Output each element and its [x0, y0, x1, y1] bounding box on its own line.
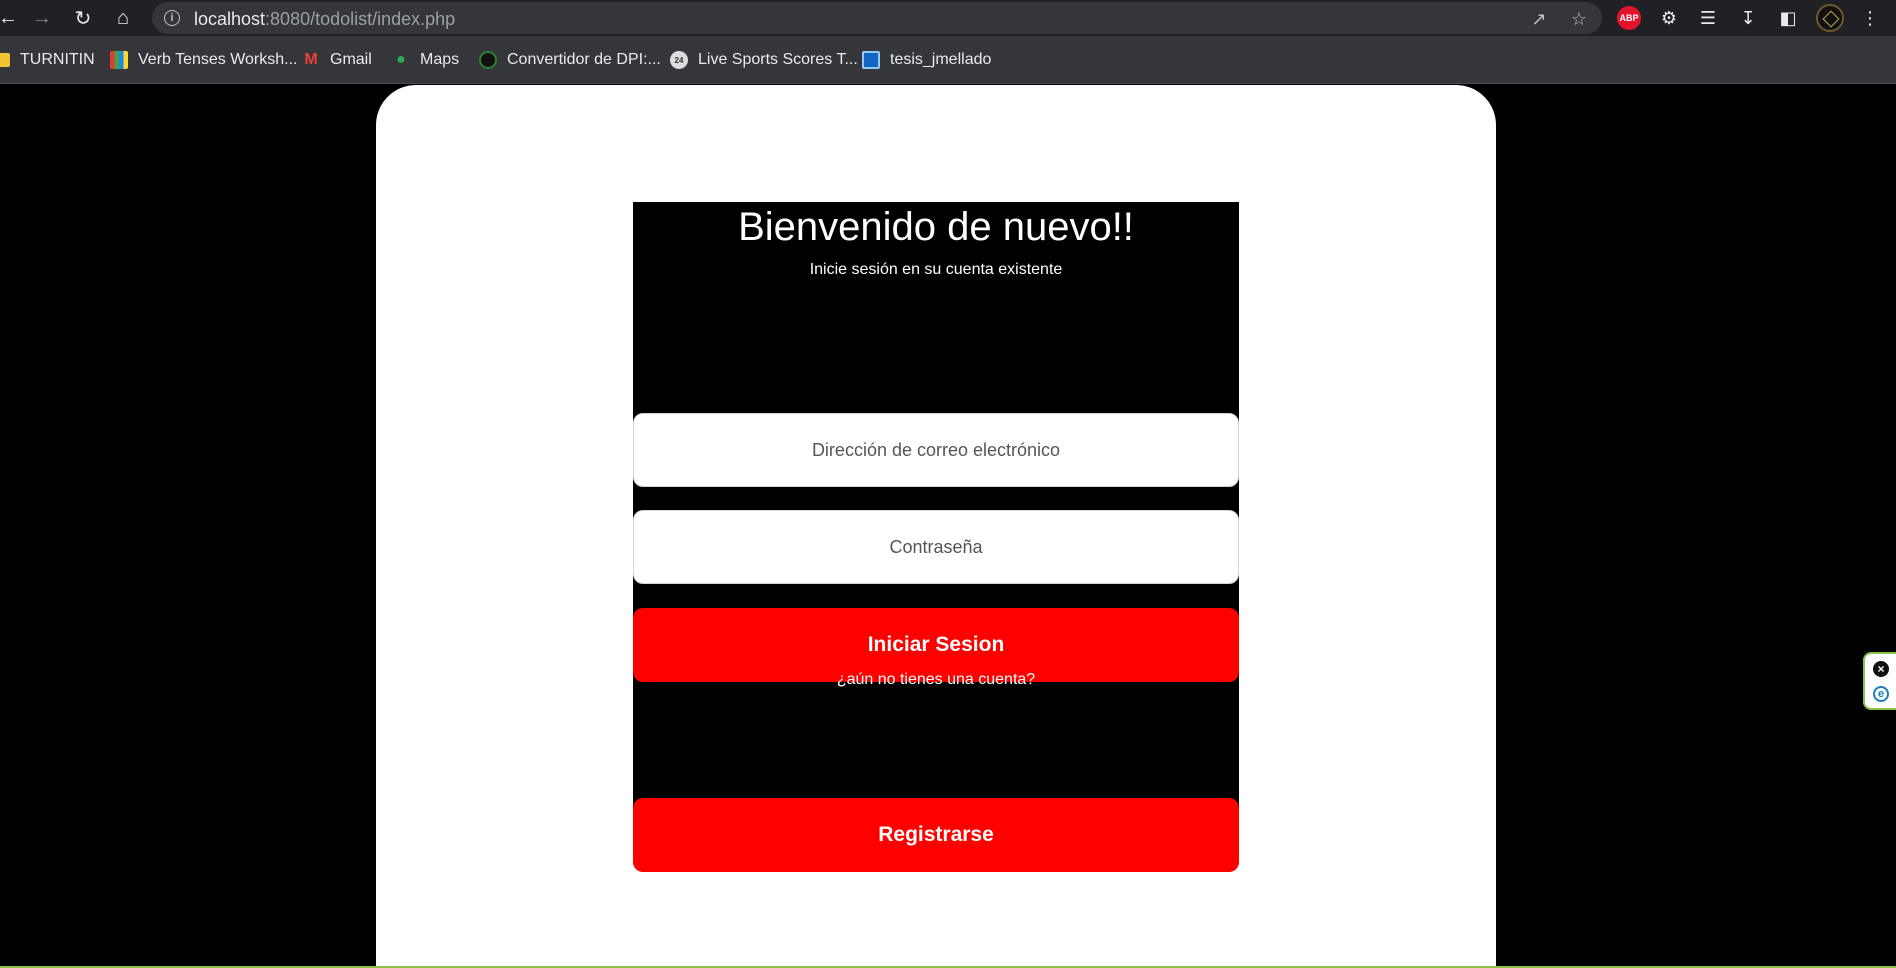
extensions-icon[interactable]: ⚙ — [1655, 4, 1683, 32]
bookmark-live-sports[interactable]: 24 Live Sports Scores T... — [670, 48, 858, 72]
bookmark-label: tesis_jmellado — [890, 51, 992, 68]
address-bar[interactable]: i localhost:8080/todolist/index.php ↗ ☆ — [152, 2, 1602, 34]
forward-icon[interactable]: → — [28, 4, 56, 32]
bookmarks-bar: TURNITIN Verb Tenses Worksh... M Gmail ●… — [0, 36, 1896, 84]
bookmark-label: Verb Tenses Worksh... — [138, 51, 298, 68]
email-field[interactable] — [633, 413, 1239, 487]
convertidor-icon — [479, 51, 497, 69]
extension-e-icon[interactable]: e — [1873, 686, 1889, 702]
password-field[interactable] — [633, 510, 1239, 584]
downloads-icon[interactable]: ↧ — [1734, 4, 1762, 32]
login-panel: Bienvenido de nuevo!! Inicie sesión en s… — [633, 202, 1239, 872]
bookmark-label: Gmail — [330, 51, 372, 68]
folder-icon — [0, 53, 10, 67]
document-icon — [862, 51, 880, 69]
bookmark-label: Convertidor de DPI:... — [507, 51, 661, 68]
profile-avatar[interactable] — [1816, 4, 1844, 32]
bookmark-label: Live Sports Scores T... — [698, 51, 858, 68]
close-icon[interactable]: × — [1873, 661, 1889, 677]
sports-icon: 24 — [670, 51, 688, 69]
home-icon[interactable]: ⌂ — [109, 4, 137, 32]
bookmark-label: TURNITIN — [20, 51, 95, 68]
bookmark-gmail[interactable]: M Gmail — [302, 48, 372, 72]
register-button[interactable]: Registrarse — [633, 798, 1239, 872]
bookmark-tesis[interactable]: tesis_jmellado — [862, 48, 991, 72]
menu-kebab-icon[interactable]: ⋮ — [1856, 4, 1884, 32]
reading-list-icon[interactable]: ☰ — [1694, 4, 1722, 32]
url-path: :8080/todolist/index.php — [265, 9, 456, 29]
adblock-badge-label: ABP — [1619, 13, 1639, 23]
bookmark-convertidor[interactable]: Convertidor de DPI:... — [479, 48, 661, 72]
books-icon — [110, 51, 128, 69]
maps-icon: ● — [396, 51, 406, 68]
side-panel-icon[interactable]: ◧ — [1774, 4, 1802, 32]
page-title: Bienvenido de nuevo!! — [738, 205, 1134, 249]
url-text[interactable]: localhost:8080/todolist/index.php — [194, 9, 455, 30]
bookmark-label: Maps — [420, 51, 460, 68]
no-account-text: ¿aún no tienes una cuenta? — [836, 671, 1036, 688]
page-subtitle: Inicie sesión en su cuenta existente — [809, 261, 1063, 278]
browser-toolbar: ← → ↻ ⌂ i localhost:8080/todolist/index.… — [0, 0, 1896, 36]
page-viewport: Bienvenido de nuevo!! Inicie sesión en s… — [0, 85, 1896, 968]
bookmark-star-icon[interactable]: ☆ — [1568, 8, 1590, 30]
gmail-icon: M — [304, 51, 318, 68]
bookmark-maps[interactable]: ● Maps — [392, 48, 459, 72]
share-icon[interactable]: ↗ — [1528, 8, 1550, 30]
url-host: localhost — [194, 9, 266, 29]
adblock-extension-icon[interactable]: ABP — [1617, 6, 1641, 30]
bookmark-turnitin[interactable]: TURNITIN — [0, 48, 95, 72]
bookmark-verb-tenses[interactable]: Verb Tenses Worksh... — [110, 48, 297, 72]
site-info-icon[interactable]: i — [164, 10, 180, 26]
reload-icon[interactable]: ↻ — [69, 4, 97, 32]
extension-side-widget: × e — [1863, 652, 1896, 710]
back-icon[interactable]: ← — [0, 4, 22, 32]
